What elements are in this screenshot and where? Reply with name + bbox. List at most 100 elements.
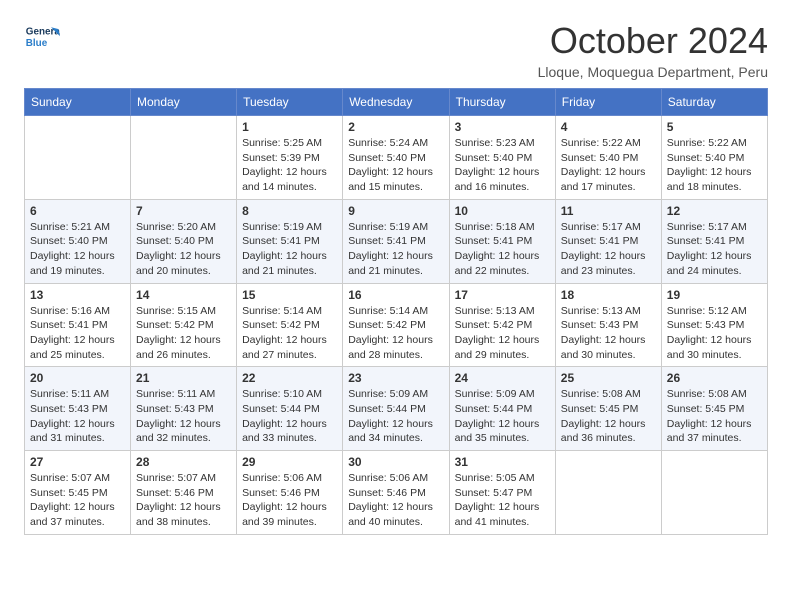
calendar-cell: 13 Sunrise: 5:16 AMSunset: 5:41 PMDayligh… (25, 283, 131, 367)
day-number: 26 (667, 371, 762, 385)
day-number: 2 (348, 120, 443, 134)
day-number: 19 (667, 288, 762, 302)
day-number: 18 (561, 288, 656, 302)
day-detail: Sunrise: 5:19 AMSunset: 5:41 PMDaylight:… (242, 220, 337, 279)
calendar-cell: 26Sunrise: 5:08 AMSunset: 5:45 PMDayligh… (661, 367, 767, 451)
calendar-week-row: 20 Sunrise: 5:11 AMSunset: 5:43 PMDayligh… (25, 367, 768, 451)
day-detail: Sunrise: 5:16 AMSunset: 5:41 PMDaylight:… (30, 304, 125, 363)
day-detail: Sunrise: 5:08 AMSunset: 5:45 PMDaylight:… (561, 387, 656, 446)
calendar-cell: 10 Sunrise: 5:18 AMSunset: 5:41 PMDayligh… (449, 199, 555, 283)
day-detail: Sunrise: 5:06 AMSunset: 5:46 PMDaylight:… (242, 471, 337, 530)
calendar-week-row: 13 Sunrise: 5:16 AMSunset: 5:41 PMDayligh… (25, 283, 768, 367)
calendar-cell: 19Sunrise: 5:12 AMSunset: 5:43 PMDayligh… (661, 283, 767, 367)
day-number: 20 (30, 371, 125, 385)
day-detail: Sunrise: 5:20 AMSunset: 5:40 PMDaylight:… (136, 220, 231, 279)
day-number: 7 (136, 204, 231, 218)
day-number: 21 (136, 371, 231, 385)
day-detail: Sunrise: 5:13 AMSunset: 5:43 PMDaylight:… (561, 304, 656, 363)
calendar-cell: 22 Sunrise: 5:10 AMSunset: 5:44 PMDayligh… (237, 367, 343, 451)
day-detail: Sunrise: 5:11 AMSunset: 5:43 PMDaylight:… (136, 387, 231, 446)
day-number: 31 (455, 455, 550, 469)
day-number: 9 (348, 204, 443, 218)
calendar-cell: 6Sunrise: 5:21 AMSunset: 5:40 PMDaylight… (25, 199, 131, 283)
day-detail: Sunrise: 5:22 AMSunset: 5:40 PMDaylight:… (561, 136, 656, 195)
calendar-cell: 7 Sunrise: 5:20 AMSunset: 5:40 PMDaylight… (131, 199, 237, 283)
calendar-cell: 15Sunrise: 5:14 AMSunset: 5:42 PMDayligh… (237, 283, 343, 367)
calendar-week-row: 27 Sunrise: 5:07 AMSunset: 5:45 PMDayligh… (25, 451, 768, 535)
day-number: 17 (455, 288, 550, 302)
day-detail: Sunrise: 5:15 AMSunset: 5:42 PMDaylight:… (136, 304, 231, 363)
calendar-cell (555, 451, 661, 535)
day-detail: Sunrise: 5:10 AMSunset: 5:44 PMDaylight:… (242, 387, 337, 446)
day-detail: Sunrise: 5:17 AMSunset: 5:41 PMDaylight:… (561, 220, 656, 279)
day-detail: Sunrise: 5:07 AMSunset: 5:46 PMDaylight:… (136, 471, 231, 530)
day-number: 10 (455, 204, 550, 218)
calendar-cell: 21 Sunrise: 5:11 AMSunset: 5:43 PMDayligh… (131, 367, 237, 451)
day-detail: Sunrise: 5:11 AMSunset: 5:43 PMDaylight:… (30, 387, 125, 446)
day-number: 13 (30, 288, 125, 302)
svg-text:General: General (26, 26, 60, 37)
calendar-cell: 1Sunrise: 5:25 AMSunset: 5:39 PMDaylight… (237, 116, 343, 200)
logo: General Blue (24, 20, 62, 56)
day-detail: Sunrise: 5:17 AMSunset: 5:41 PMDaylight:… (667, 220, 762, 279)
svg-text:Blue: Blue (26, 38, 48, 49)
calendar-cell (25, 116, 131, 200)
calendar-cell: 11Sunrise: 5:17 AMSunset: 5:41 PMDayligh… (555, 199, 661, 283)
day-number: 1 (242, 120, 337, 134)
day-detail: Sunrise: 5:23 AMSunset: 5:40 PMDaylight:… (455, 136, 550, 195)
day-detail: Sunrise: 5:24 AMSunset: 5:40 PMDaylight:… (348, 136, 443, 195)
day-detail: Sunrise: 5:19 AMSunset: 5:41 PMDaylight:… (348, 220, 443, 279)
location-subtitle: Lloque, Moquegua Department, Peru (538, 64, 768, 80)
weekday-header-tuesday: Tuesday (237, 89, 343, 116)
title-area: October 2024 Lloque, Moquegua Department… (538, 20, 768, 80)
day-number: 29 (242, 455, 337, 469)
day-number: 4 (561, 120, 656, 134)
calendar-cell: 9 Sunrise: 5:19 AMSunset: 5:41 PMDaylight… (343, 199, 449, 283)
day-detail: Sunrise: 5:05 AMSunset: 5:47 PMDaylight:… (455, 471, 550, 530)
day-detail: Sunrise: 5:14 AMSunset: 5:42 PMDaylight:… (348, 304, 443, 363)
calendar-cell: 23Sunrise: 5:09 AMSunset: 5:44 PMDayligh… (343, 367, 449, 451)
day-number: 5 (667, 120, 762, 134)
calendar-table: SundayMondayTuesdayWednesdayThursdayFrid… (24, 88, 768, 535)
weekday-header-saturday: Saturday (661, 89, 767, 116)
calendar-cell: 14 Sunrise: 5:15 AMSunset: 5:42 PMDayligh… (131, 283, 237, 367)
day-number: 14 (136, 288, 231, 302)
day-number: 16 (348, 288, 443, 302)
calendar-cell: 4 Sunrise: 5:22 AMSunset: 5:40 PMDaylight… (555, 116, 661, 200)
calendar-cell: 3 Sunrise: 5:23 AMSunset: 5:40 PMDaylight… (449, 116, 555, 200)
month-title: October 2024 (538, 20, 768, 62)
day-number: 25 (561, 371, 656, 385)
calendar-cell: 27 Sunrise: 5:07 AMSunset: 5:45 PMDayligh… (25, 451, 131, 535)
day-number: 30 (348, 455, 443, 469)
day-number: 23 (348, 371, 443, 385)
header: General Blue October 2024 Lloque, Moqueg… (24, 20, 768, 80)
day-number: 8 (242, 204, 337, 218)
day-number: 22 (242, 371, 337, 385)
logo-icon: General Blue (24, 20, 60, 56)
day-number: 27 (30, 455, 125, 469)
calendar-cell: 31 Sunrise: 5:05 AMSunset: 5:47 PMDayligh… (449, 451, 555, 535)
day-detail: Sunrise: 5:21 AMSunset: 5:40 PMDaylight:… (30, 220, 125, 279)
day-number: 3 (455, 120, 550, 134)
calendar-cell: 30 Sunrise: 5:06 AMSunset: 5:46 PMDayligh… (343, 451, 449, 535)
weekday-header-friday: Friday (555, 89, 661, 116)
calendar-cell (131, 116, 237, 200)
calendar-cell: 2 Sunrise: 5:24 AMSunset: 5:40 PMDaylight… (343, 116, 449, 200)
calendar-cell: 18 Sunrise: 5:13 AMSunset: 5:43 PMDayligh… (555, 283, 661, 367)
calendar-cell: 8 Sunrise: 5:19 AMSunset: 5:41 PMDaylight… (237, 199, 343, 283)
day-detail: Sunrise: 5:22 AMSunset: 5:40 PMDaylight:… (667, 136, 762, 195)
calendar-cell: 20 Sunrise: 5:11 AMSunset: 5:43 PMDayligh… (25, 367, 131, 451)
calendar-cell: 28 Sunrise: 5:07 AMSunset: 5:46 PMDayligh… (131, 451, 237, 535)
day-number: 28 (136, 455, 231, 469)
calendar-cell: 16 Sunrise: 5:14 AMSunset: 5:42 PMDayligh… (343, 283, 449, 367)
day-detail: Sunrise: 5:06 AMSunset: 5:46 PMDaylight:… (348, 471, 443, 530)
day-detail: Sunrise: 5:07 AMSunset: 5:45 PMDaylight:… (30, 471, 125, 530)
calendar-week-row: 1Sunrise: 5:25 AMSunset: 5:39 PMDaylight… (25, 116, 768, 200)
day-detail: Sunrise: 5:13 AMSunset: 5:42 PMDaylight:… (455, 304, 550, 363)
calendar-cell: 25 Sunrise: 5:08 AMSunset: 5:45 PMDayligh… (555, 367, 661, 451)
day-detail: Sunrise: 5:18 AMSunset: 5:41 PMDaylight:… (455, 220, 550, 279)
calendar-cell: 12 Sunrise: 5:17 AMSunset: 5:41 PMDayligh… (661, 199, 767, 283)
weekday-header-wednesday: Wednesday (343, 89, 449, 116)
calendar-cell: 24Sunrise: 5:09 AMSunset: 5:44 PMDayligh… (449, 367, 555, 451)
day-number: 12 (667, 204, 762, 218)
